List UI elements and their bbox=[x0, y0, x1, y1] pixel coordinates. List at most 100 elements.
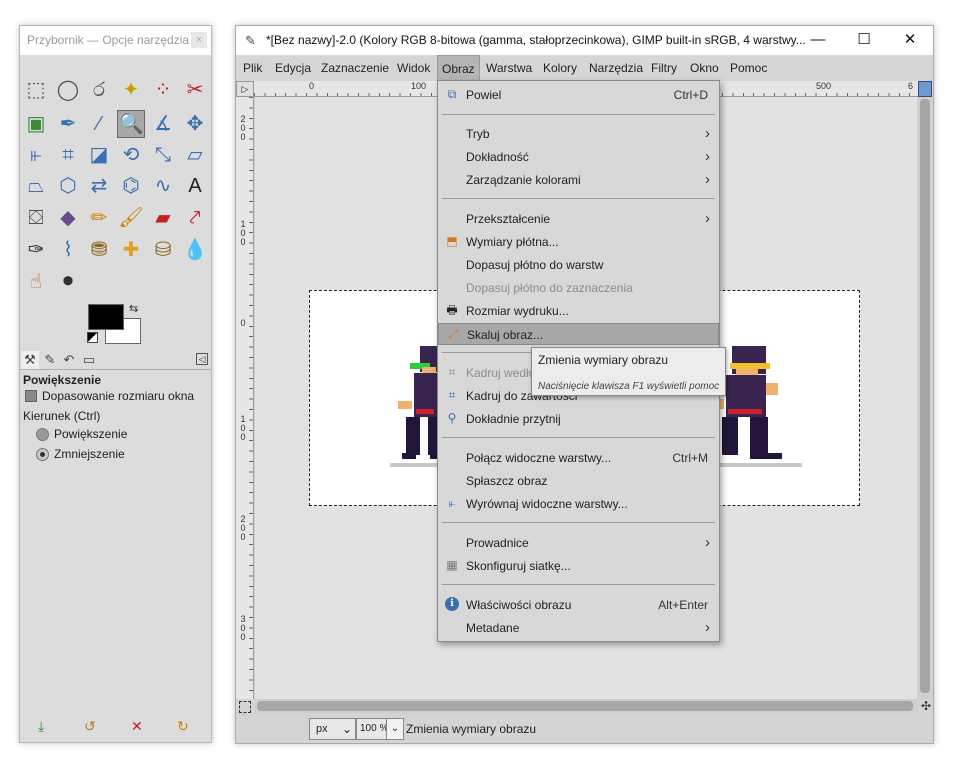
menu-item-label: Skaluj obraz... bbox=[467, 328, 544, 342]
align-icon[interactable]: ⫦ bbox=[22, 141, 50, 169]
ruler-corner-button[interactable]: ▷ bbox=[236, 81, 254, 97]
ink-icon[interactable]: ✑ bbox=[22, 236, 50, 264]
clone-icon[interactable]: ⛃ bbox=[85, 236, 113, 264]
tab-images[interactable]: ▭ bbox=[80, 351, 98, 369]
mypaint-brush-icon[interactable]: ⌇ bbox=[54, 236, 82, 264]
vertical-scrollbar[interactable] bbox=[918, 97, 932, 699]
unified-transform-icon[interactable]: ◪ bbox=[85, 141, 113, 169]
maximize-button[interactable]: ☐ bbox=[841, 26, 887, 55]
menu-item-wymiary-plotna[interactable]: ⬒ Wymiary płótna... bbox=[438, 231, 719, 253]
foreground-color-swatch[interactable] bbox=[88, 304, 124, 330]
menu-obraz[interactable]: Obraz bbox=[437, 55, 480, 81]
auto-resize-checkbox[interactable] bbox=[25, 390, 37, 402]
menu-item-zarzadzanie-kolorami[interactable]: Zarządzanie kolorami › bbox=[438, 169, 719, 191]
unit-select[interactable]: px ⌄ bbox=[309, 718, 356, 740]
color-select-icon[interactable]: ⁘ bbox=[149, 76, 177, 104]
menu-item-metadane[interactable]: Metadane › bbox=[438, 617, 719, 639]
perspective-clone-icon[interactable]: ⛁ bbox=[149, 236, 177, 264]
menu-item-prowadnice[interactable]: Prowadnice › bbox=[438, 532, 719, 554]
zoom-icon[interactable]: 🔍 bbox=[117, 110, 145, 138]
tab-tool-options[interactable]: ⚒ bbox=[21, 351, 39, 369]
ellipse-select-icon[interactable]: ◯ bbox=[54, 76, 82, 104]
menu-warstwa[interactable]: Warstwa bbox=[482, 55, 536, 81]
move-icon[interactable]: ✥ bbox=[181, 110, 209, 138]
canvas-size-icon: ⬒ bbox=[446, 234, 458, 248]
menu-item-dokladnie-przytnij[interactable]: ⚲ Dokładnie przytnij bbox=[438, 408, 719, 430]
flip-icon[interactable]: ⇄ bbox=[85, 172, 113, 200]
menu-kolory[interactable]: Kolory bbox=[539, 55, 581, 81]
horizontal-scrollbar[interactable] bbox=[255, 699, 917, 713]
warp-icon[interactable]: ∿ bbox=[149, 172, 177, 200]
foreground-select-icon[interactable]: ▣ bbox=[22, 110, 50, 138]
dock-menu-button[interactable]: ◁ bbox=[196, 353, 208, 365]
shear-icon[interactable]: ▱ bbox=[181, 141, 209, 169]
menu-item-przeksztalcenie[interactable]: Przekształcenie › bbox=[438, 208, 719, 230]
bucket-fill-icon[interactable]: ⛋ bbox=[22, 204, 50, 232]
lasso-icon[interactable]: ර bbox=[85, 76, 113, 104]
vertical-scroll-thumb[interactable] bbox=[920, 99, 930, 693]
airbrush-icon[interactable]: ⤤ bbox=[181, 204, 209, 232]
save-options-icon[interactable]: ⤓ bbox=[38, 718, 44, 735]
text-icon[interactable]: A bbox=[181, 172, 209, 200]
heal-icon[interactable]: ✚ bbox=[117, 236, 145, 264]
toolbox-close-button[interactable]: × bbox=[191, 32, 207, 48]
cage-transform-icon[interactable]: ⌬ bbox=[117, 172, 145, 200]
close-button[interactable]: ✕ bbox=[887, 26, 933, 55]
3d-transform-icon[interactable]: ⬡ bbox=[54, 172, 82, 200]
menu-item-dopasuj-plotno-do-zaznaczenia[interactable]: Dopasuj płótno do zaznaczenia bbox=[438, 277, 719, 299]
rect-select-icon[interactable]: ⬚ bbox=[22, 76, 50, 104]
menu-narzedzia[interactable]: Narzędzia bbox=[585, 55, 647, 81]
scale-icon[interactable]: ⤡ bbox=[149, 141, 177, 169]
eraser-icon[interactable]: ▰ bbox=[149, 204, 177, 232]
menu-item-dopasuj-plotno-do-warstw[interactable]: Dopasuj płótno do warstw bbox=[438, 254, 719, 276]
smudge-icon[interactable]: ☝ bbox=[22, 268, 50, 296]
pencil-icon[interactable]: ✏ bbox=[85, 204, 113, 232]
crop-icon[interactable]: ⌗ bbox=[54, 141, 82, 169]
menu-item-tryb[interactable]: Tryb › bbox=[438, 123, 719, 145]
delete-options-icon[interactable]: ✕ bbox=[131, 718, 143, 735]
tab-device-status[interactable]: ✎ bbox=[41, 351, 59, 369]
color-picker-icon[interactable]: ⁄ bbox=[85, 110, 113, 138]
horizontal-scroll-thumb[interactable] bbox=[257, 701, 913, 711]
fuzzy-select-icon[interactable]: ✦ bbox=[117, 76, 145, 104]
vertical-ruler[interactable]: 20010001002003004 bbox=[236, 97, 254, 723]
gradient-icon[interactable]: ◆ bbox=[54, 204, 82, 232]
paths-icon[interactable]: ✒ bbox=[54, 110, 82, 138]
minimize-button[interactable]: — bbox=[795, 26, 841, 55]
reset-options-icon[interactable]: ↻ bbox=[177, 718, 189, 735]
menu-item-skaluj-obraz[interactable]: ⤢ Skaluj obraz... bbox=[438, 323, 719, 345]
tab-undo-history[interactable]: ↶ bbox=[60, 351, 78, 369]
zoom-out-radio[interactable] bbox=[36, 448, 49, 461]
dodge-burn-icon[interactable]: ⚫ bbox=[54, 268, 82, 296]
menu-okno[interactable]: Okno bbox=[686, 55, 723, 81]
menu-pomoc[interactable]: Pomoc bbox=[726, 55, 771, 81]
menu-plik[interactable]: Plik bbox=[239, 55, 266, 81]
menu-item-dokladnosc[interactable]: Dokładność › bbox=[438, 146, 719, 168]
swap-colors-icon[interactable]: ⇆ bbox=[129, 302, 138, 315]
menu-item-splaszcz-obraz[interactable]: Spłaszcz obraz bbox=[438, 470, 719, 492]
menu-edycja[interactable]: Edycja bbox=[271, 55, 315, 81]
menu-zaznaczenie[interactable]: Zaznaczenie bbox=[317, 55, 393, 81]
menu-item-polacz-widoczne-warstwy[interactable]: Połącz widoczne warstwy... Ctrl+M bbox=[438, 447, 719, 469]
menu-item-powiel[interactable]: ⧉ Powiel Ctrl+D bbox=[438, 84, 719, 106]
measure-icon[interactable]: ∡ bbox=[149, 110, 177, 138]
quick-mask-toggle[interactable] bbox=[239, 701, 251, 713]
menu-filtry[interactable]: Filtry bbox=[647, 55, 681, 81]
menu-item-skonfiguruj-siatke[interactable]: ▦ Skonfiguruj siatkę... bbox=[438, 555, 719, 577]
scissors-icon[interactable]: ✂ bbox=[181, 76, 209, 104]
restore-options-icon[interactable]: ↺ bbox=[84, 718, 96, 735]
zoom-in-radio[interactable] bbox=[36, 428, 49, 441]
paintbrush-icon[interactable]: 🖌 bbox=[117, 204, 145, 232]
navigate-icon[interactable]: ✣ bbox=[921, 699, 931, 713]
default-colors-icon[interactable] bbox=[87, 332, 98, 343]
perspective-icon[interactable]: ⏢ bbox=[22, 172, 50, 200]
menu-item-wyrownaj-widoczne-warstwy[interactable]: ⫦ Wyrównaj widoczne warstwy... bbox=[438, 493, 719, 515]
navigate-button[interactable] bbox=[918, 81, 932, 97]
zoom-select[interactable]: 100 % ⌄ bbox=[356, 718, 404, 740]
menu-widok[interactable]: Widok bbox=[393, 55, 434, 81]
rotate-icon[interactable]: ⟲ bbox=[117, 141, 145, 169]
menu-item-rozmiar-wydruku[interactable]: 🖶 Rozmiar wydruku... bbox=[438, 300, 719, 322]
blur-icon[interactable]: 💧 bbox=[181, 236, 209, 264]
menu-item-wlasciwosci-obrazu[interactable]: ℹ Właściwości obrazu Alt+Enter bbox=[438, 594, 719, 616]
gimp-app-icon: ✎ bbox=[245, 33, 256, 48]
